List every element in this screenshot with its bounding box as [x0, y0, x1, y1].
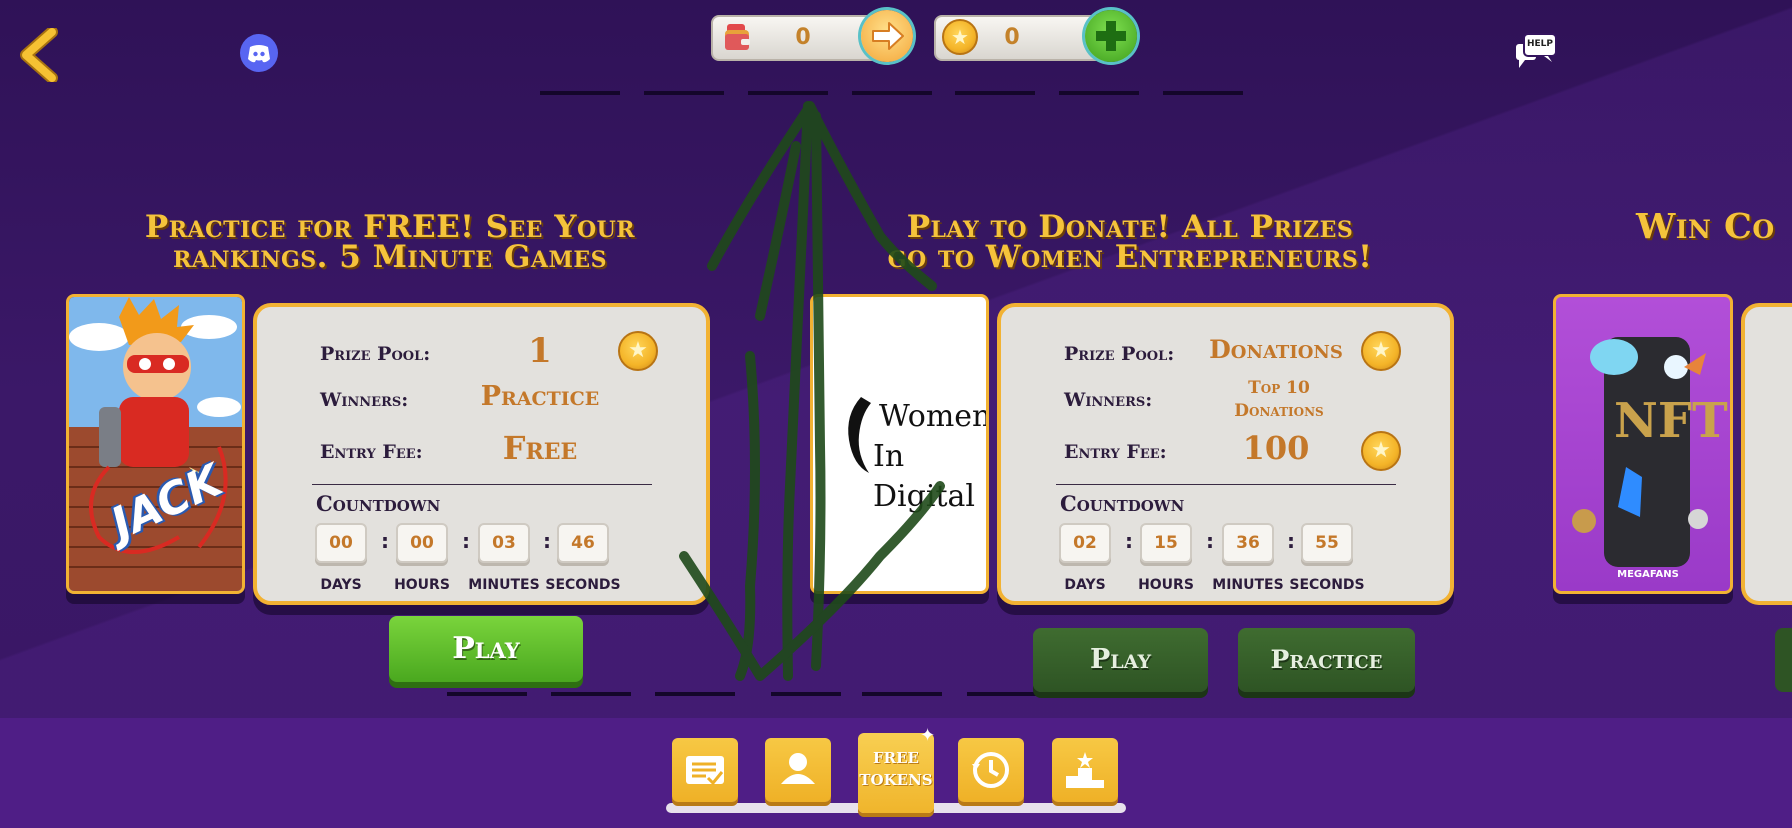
thumb-brand: MEGAFANS [1617, 569, 1679, 580]
countdown-minutes: 03 [478, 523, 530, 563]
nav-free-tokens-button[interactable]: FREE TOKENS ✦ [858, 725, 935, 813]
tournament-info-panel [1741, 303, 1792, 605]
nav-tournaments-button[interactable] [672, 738, 738, 802]
wallet-count: 0 [795, 25, 811, 50]
divider-dash [551, 692, 631, 696]
divider [1056, 484, 1396, 485]
coin-icon: ★ [1361, 331, 1401, 371]
countdown-hours: 00 [396, 523, 448, 563]
countdown-colon: : [1125, 529, 1133, 553]
coin-icon: ★ [1361, 431, 1401, 471]
scribble-drawing [679, 101, 945, 681]
nav-label: FREE [873, 749, 919, 767]
winners-label: Winners: [1064, 389, 1153, 411]
divider [312, 484, 652, 485]
entry-fee-label: Entry Fee: [320, 441, 423, 463]
tournament-info-panel: Prize Pool: Donations ★ Winners: Top 10 … [997, 303, 1454, 605]
countdown-colon: : [1206, 529, 1214, 553]
divider-dash [1059, 91, 1139, 95]
nav-history-button[interactable] [958, 738, 1024, 802]
countdown-seconds: 46 [557, 523, 609, 563]
play-button-partial[interactable] [1775, 628, 1792, 692]
divider-dash [771, 692, 841, 696]
countdown-label: Countdown [316, 491, 441, 516]
countdown-hours: 15 [1140, 523, 1192, 563]
prize-pool-label: Prize Pool: [320, 343, 431, 365]
thumb-title: NFT [1614, 393, 1728, 449]
prize-pool-value: Donations [1209, 335, 1343, 364]
divider-dash [540, 91, 620, 95]
entry-fee-value: Free [502, 429, 578, 467]
play-button[interactable]: Play [389, 616, 583, 682]
nav-label: TOKENS [859, 771, 933, 789]
wallet-icon [723, 22, 753, 54]
winners-value-line: Top 10 [1248, 378, 1310, 398]
back-button[interactable] [18, 28, 64, 82]
discord-icon [248, 45, 270, 63]
countdown-days: 00 [315, 523, 367, 563]
countdown-days: 02 [1059, 523, 1111, 563]
divider-dash [967, 692, 1047, 696]
divider-dash [862, 692, 942, 696]
winners-value: Top 10 Donations [1194, 377, 1364, 423]
countdown-colon: : [1287, 529, 1295, 553]
divider-dash [1071, 692, 1151, 696]
game-thumbnail[interactable]: NFT MEGAFANS [1553, 294, 1733, 594]
unit-hours: HOURS [1138, 577, 1194, 593]
checklist-icon [686, 756, 724, 786]
unit-days: DAYS [320, 577, 362, 593]
unit-seconds: SECONDS [545, 577, 621, 593]
winners-value: Practice [480, 381, 600, 412]
user-icon [781, 753, 815, 784]
help-label: HELP [1526, 39, 1553, 49]
discord-button[interactable] [240, 34, 278, 72]
chevron-left-icon [20, 28, 58, 82]
withdraw-button[interactable] [861, 10, 913, 62]
heading-line: rankings. 5 Minute Games [173, 239, 607, 275]
practice-button[interactable]: Practice [1238, 628, 1415, 692]
entry-fee-value: 100 [1242, 429, 1310, 467]
heading-line: Practice for FREE! See Your [144, 209, 636, 245]
unit-hours: HOURS [394, 577, 450, 593]
countdown-colon: : [462, 529, 470, 553]
prize-pool-label: Prize Pool: [1064, 343, 1175, 365]
unit-seconds: SECONDS [1289, 577, 1365, 593]
heading-line: Win Co [1636, 206, 1775, 247]
prize-pool-value: 1 [528, 331, 552, 371]
unit-minutes: MINUTES [1212, 577, 1284, 593]
help-chat-icon [1516, 33, 1557, 68]
divider-dash [1163, 91, 1243, 95]
add-coins-button[interactable] [1085, 10, 1137, 62]
divider-dash [655, 692, 735, 696]
countdown-colon: : [381, 529, 389, 553]
clock-history-icon [972, 752, 1009, 788]
entry-fee-label: Entry Fee: [1064, 441, 1167, 463]
plus-icon [1096, 21, 1126, 51]
unit-minutes: MINUTES [468, 577, 540, 593]
coin-icon: ★ [942, 19, 978, 55]
countdown-label: Countdown [1060, 491, 1185, 516]
arrow-right-icon [872, 22, 904, 50]
unit-days: DAYS [1064, 577, 1106, 593]
nav-leaderboard-button[interactable] [1052, 738, 1118, 802]
divider-dash [447, 692, 527, 696]
podium-icon [1066, 752, 1104, 788]
game-thumbnail[interactable]: JACK [66, 294, 245, 594]
winners-value-line: Donations [1234, 401, 1324, 421]
winners-label: Winners: [320, 389, 409, 411]
countdown-minutes: 36 [1222, 523, 1274, 563]
countdown-seconds: 55 [1301, 523, 1353, 563]
jack-game-art [69, 297, 242, 591]
countdown-colon: : [543, 529, 551, 553]
sparkle-icon: ✦ [920, 725, 936, 746]
play-button[interactable]: Play [1033, 628, 1208, 692]
tournament-heading: Win Co [1636, 206, 1792, 247]
nav-profile-button[interactable] [765, 738, 831, 802]
help-button[interactable]: HELP [1514, 30, 1558, 74]
tournament-heading: Practice for FREE! See Your rankings. 5 … [100, 209, 680, 275]
coin-count: 0 [1004, 25, 1020, 50]
